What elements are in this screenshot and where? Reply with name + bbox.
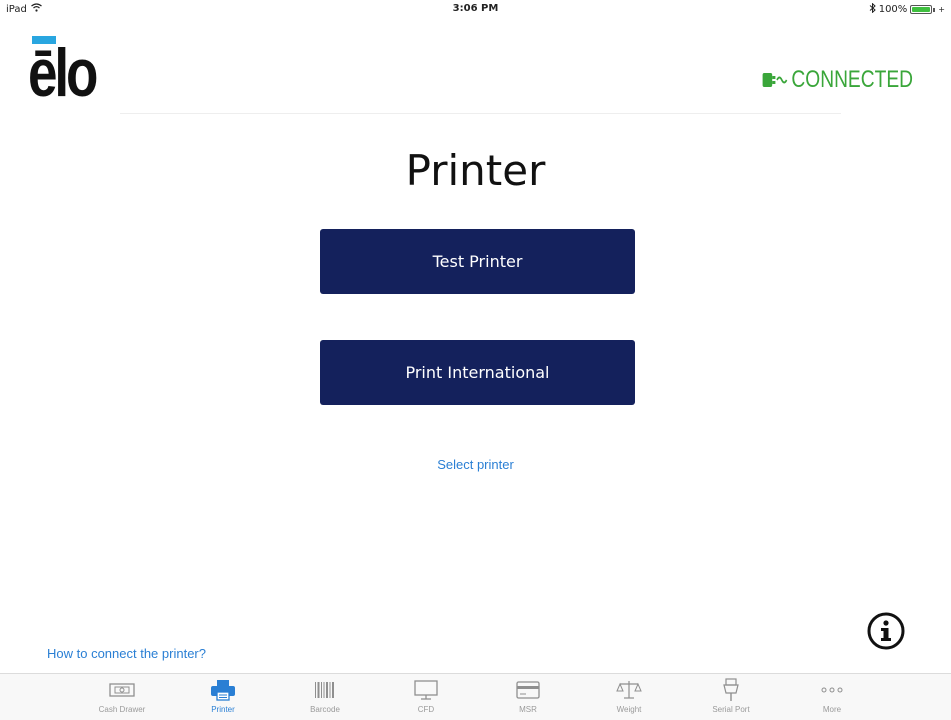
tab-weight[interactable]: Weight: [584, 677, 674, 719]
tab-bar: Cash Drawer Printer Barcode CFD MSR Weig…: [0, 673, 951, 720]
info-icon: [867, 612, 905, 650]
status-bar: iPad 3:06 PM 100% +: [0, 0, 951, 20]
tab-printer[interactable]: Printer: [178, 677, 268, 719]
monitor-icon: [413, 677, 439, 703]
tab-cfd[interactable]: CFD: [381, 677, 471, 719]
elo-logo: ēlo: [28, 35, 118, 111]
tab-label: Serial Port: [712, 705, 750, 714]
how-to-connect-link[interactable]: How to connect the printer?: [47, 646, 206, 661]
header-divider: [120, 113, 841, 114]
logo-text: ēlo: [28, 35, 98, 111]
print-international-button[interactable]: Print International: [320, 340, 635, 405]
tab-label: Barcode: [310, 705, 340, 714]
scale-icon: [616, 677, 642, 703]
plug-icon: [761, 70, 788, 90]
more-icon: [819, 677, 845, 703]
tab-msr[interactable]: MSR: [483, 677, 573, 719]
app-screen: iPad 3:06 PM 100% + ēlo CONNECTED Printe…: [0, 0, 951, 720]
tab-cash-drawer[interactable]: Cash Drawer: [77, 677, 167, 719]
tab-label: Cash Drawer: [98, 705, 146, 714]
print-international-label: Print International: [405, 363, 550, 382]
tab-label: Printer: [211, 705, 235, 714]
tab-barcode[interactable]: Barcode: [280, 677, 370, 719]
card-icon: [515, 677, 541, 703]
charging-icon: +: [938, 5, 945, 14]
status-time: 3:06 PM: [452, 3, 499, 14]
test-printer-button[interactable]: Test Printer: [320, 229, 635, 294]
connection-label: CONNECTED: [791, 66, 913, 93]
battery-icon: [910, 5, 933, 14]
barcode-icon: [313, 677, 337, 703]
connection-status: CONNECTED: [761, 66, 913, 94]
battery-tip: [933, 7, 936, 12]
battery-percent: 100%: [878, 4, 908, 15]
tab-label: MSR: [519, 705, 537, 714]
test-printer-label: Test Printer: [432, 252, 523, 271]
tab-label: More: [822, 705, 842, 714]
tab-label: CFD: [417, 705, 435, 714]
select-printer-link[interactable]: Select printer: [0, 457, 951, 472]
tab-more[interactable]: More: [787, 677, 877, 719]
cash-drawer-icon: [109, 677, 135, 703]
page-title: Printer: [405, 146, 546, 195]
tab-serial-port[interactable]: Serial Port: [686, 677, 776, 719]
serial-port-icon: [721, 677, 741, 703]
printer-icon: [210, 677, 236, 703]
status-right: 100% +: [869, 2, 945, 16]
info-button[interactable]: [866, 611, 906, 651]
tab-label: Weight: [616, 705, 642, 714]
bluetooth-icon: [869, 2, 876, 16]
